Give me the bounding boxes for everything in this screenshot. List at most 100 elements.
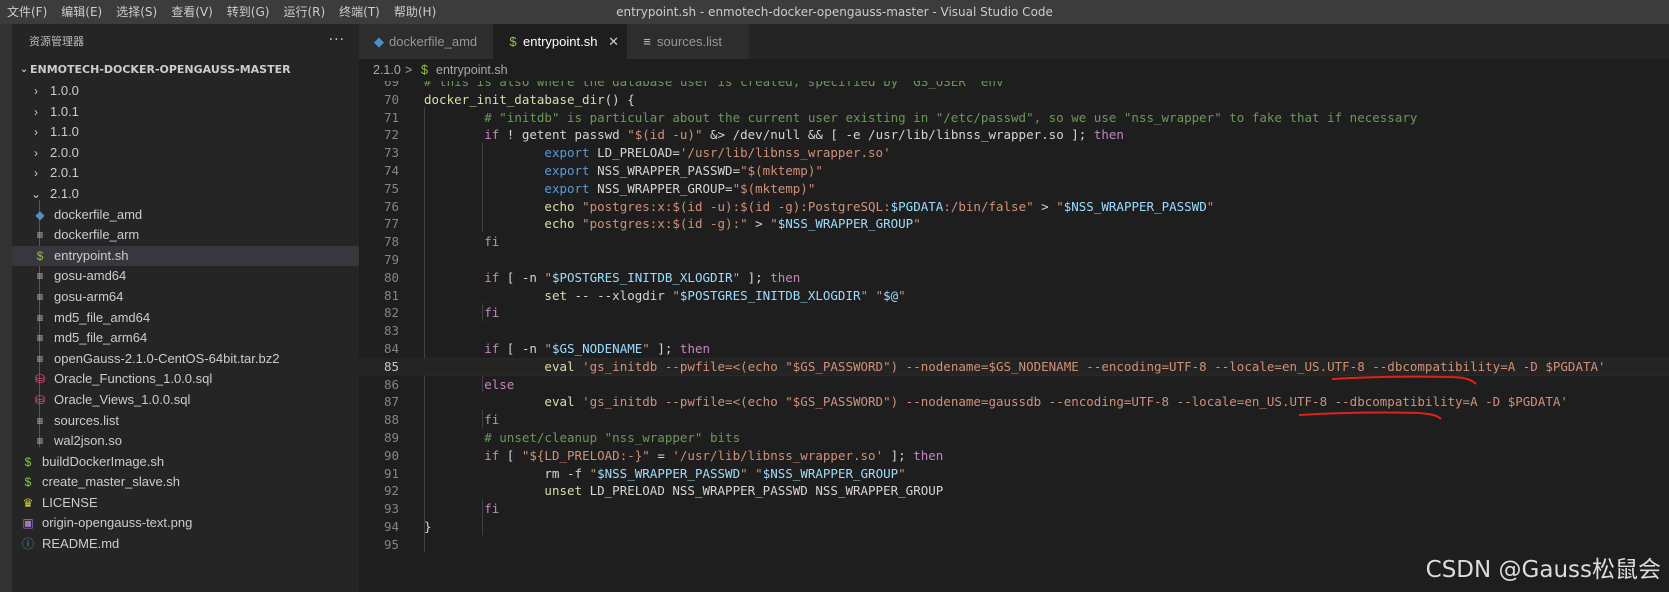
code-editor[interactable]: 69 # this is also where the database user… (359, 81, 1669, 592)
tree-item[interactable]: › 1.0.1 (12, 102, 359, 123)
menu-item[interactable]: 终端(T) (332, 0, 387, 24)
code-token: "${LD_PRELOAD:-}" (521, 447, 650, 463)
tree-item-label: 1.1.0 (50, 124, 79, 140)
code-line: 76 echo "postgres:x:$(id -u):$(id -g):Po… (359, 198, 1669, 216)
tree-item-label: origin-opengauss-text.png (42, 515, 193, 531)
tree-item[interactable]: › 2.0.1 (12, 163, 359, 184)
line-number: 75 (383, 180, 399, 196)
tree-item[interactable]: $ buildDockerImage.sh (12, 452, 359, 473)
code-token: fi (484, 305, 500, 321)
line-source: echo "postgres:x:$(id -g):" > "$NSS_WRAP… (424, 215, 920, 233)
code-token: unset (544, 483, 583, 499)
code-line: 78 fi (359, 233, 1669, 251)
explorer-title: 资源管理器 (29, 35, 84, 48)
editor-tabs: ◆ dockerfile_amd $ entrypoint.sh ✕ ≡ sources.l… (359, 24, 1669, 59)
code-token: "$(mktemp)" (732, 180, 816, 196)
code-token: then (1093, 127, 1124, 143)
line-source: if [ -n "$GS_NODENAME" ]; then (424, 340, 710, 358)
code-token: [ -n (499, 341, 545, 356)
chevron-right-icon: › (34, 166, 38, 181)
current-line-highlight (423, 357, 1669, 376)
tree-item[interactable]: ≡ sources.list (12, 411, 359, 432)
line-number: 69 (383, 81, 399, 89)
tree-item[interactable]: ◆ dockerfile_amd (12, 205, 359, 226)
menu-item[interactable]: 编辑(E) (54, 0, 109, 24)
code-token: " (589, 465, 598, 481)
tab-label: entrypoint.sh (523, 34, 598, 49)
menu-item[interactable]: 查看(V) (164, 0, 220, 24)
code-line: 83 (359, 322, 1669, 340)
tree-item[interactable]: ≡ wal2json.so (12, 431, 359, 452)
code-line: 74 export NSS_WRAPPER_PASSWD="$(mktemp)" (359, 162, 1669, 180)
tree-item[interactable]: ≡ gosu-arm64 (12, 287, 359, 308)
tree-item[interactable]: $ entrypoint.sh (12, 245, 359, 267)
code-line: 69 # this is also where the database user… (359, 81, 1669, 91)
tree-item[interactable]: $ create_master_slave.sh (12, 472, 359, 493)
tree-item[interactable]: ≡ dockerfile_arm (12, 225, 359, 246)
code-token: export (544, 163, 590, 178)
tree-item[interactable]: ≡ openGauss-2.1.0-CentOS-64bit.tar.bz2 (12, 349, 359, 370)
tree-item[interactable]: ⌄ 2.1.0 (12, 184, 359, 205)
menu-item[interactable]: 转到(G) (220, 0, 277, 24)
tab-sources-list[interactable]: ≡ sources.list (627, 24, 749, 59)
tree-item[interactable]: ♛ LICENSE (12, 493, 359, 514)
breadcrumb-file[interactable]: entrypoint.sh (436, 59, 508, 81)
tree-item-label: openGauss-2.1.0-CentOS-64bit.tar.bz2 (54, 350, 280, 366)
line-number: 84 (383, 341, 399, 356)
tab-dockerfile-amd[interactable]: ◆ dockerfile_amd (359, 24, 493, 59)
tree-item-label: entrypoint.sh (54, 247, 129, 263)
tree-item-label: md5_file_amd64 (54, 309, 151, 325)
code-token: $NSS_WRAPPER_GROUP (777, 216, 914, 232)
breadcrumb-folder[interactable]: 2.1.0 (373, 59, 401, 81)
line-number: 72 (383, 127, 399, 143)
tree-item[interactable]: ≡ md5_file_arm64 (12, 328, 359, 349)
menu-item[interactable]: 文件(F) (0, 0, 54, 24)
tree-item[interactable]: ⛁ Oracle_Views_1.0.0.sql (12, 390, 359, 411)
code-line: 81 set -- --xlogdir "$POSTGRES_INITDB_XL… (359, 287, 1669, 305)
code-token: $NSS_WRAPPER_PASSWD (1063, 198, 1207, 214)
close-icon[interactable]: ✕ (608, 24, 619, 59)
line-source: else (424, 376, 514, 394)
tree-item[interactable]: › 1.0.0 (12, 81, 359, 102)
chevron-right-icon: › (34, 104, 38, 119)
explorer-root-folder[interactable]: ⌄ ENMOTECH-DOCKER-OPENGAUSS-MASTER (12, 59, 359, 81)
tree-item[interactable]: ≡ md5_file_amd64 (12, 308, 359, 329)
tree-item[interactable]: ⛁ Oracle_Functions_1.0.0.sql (12, 369, 359, 390)
menu-item[interactable]: 运行(R) (276, 0, 332, 24)
tree-item-label: dockerfile_amd (54, 206, 143, 222)
line-number: 73 (383, 145, 399, 161)
code-token: fi (484, 412, 500, 428)
tree-item[interactable]: › 1.1.0 (12, 122, 359, 143)
watermark: CSDN @Gauss松鼠会 (1425, 557, 1661, 583)
code-token: '/usr/lib/libnss_wrapper.so' (672, 447, 884, 463)
code-line: 93 fi (359, 500, 1669, 518)
code-token: fi (484, 234, 500, 250)
tab-entrypoint-sh[interactable]: $ entrypoint.sh ✕ (493, 24, 627, 59)
menu-item[interactable]: 帮助(H) (387, 0, 443, 24)
code-token: 'gs_initdb --pwfile=<(echo "$GS_PASSWORD… (582, 394, 1568, 410)
tree-item[interactable]: ≡ gosu-amd64 (12, 266, 359, 287)
line-source: unset LD_PRELOAD NSS_WRAPPER_PASSWD NSS_… (424, 482, 943, 500)
code-line: 75 export NSS_WRAPPER_GROUP="$(mktemp)" (359, 180, 1669, 198)
code-line: 90 if [ "${LD_PRELOAD:-}" = '/usr/lib/li… (359, 447, 1669, 465)
tree-item[interactable]: ▣ origin-opengauss-text.png (12, 513, 359, 534)
info-icon: ⓘ (21, 537, 34, 552)
code-token: " (732, 269, 741, 285)
code-token: then (679, 341, 711, 356)
tree-item[interactable]: ⓘ README.md (12, 534, 359, 555)
menu-item[interactable]: 选择(S) (109, 0, 164, 24)
tree-item[interactable]: › 2.0.0 (12, 143, 359, 164)
line-source: export LD_PRELOAD='/usr/lib/libnss_wrapp… (424, 144, 890, 162)
more-actions-icon[interactable]: ··· (329, 24, 345, 56)
database-icon: ⛁ (34, 392, 46, 407)
code-token: $POSTGRES_INITDB_XLOGDIR (551, 269, 733, 285)
line-number: 86 (383, 376, 399, 392)
file-lines-icon: ≡ (36, 269, 44, 284)
